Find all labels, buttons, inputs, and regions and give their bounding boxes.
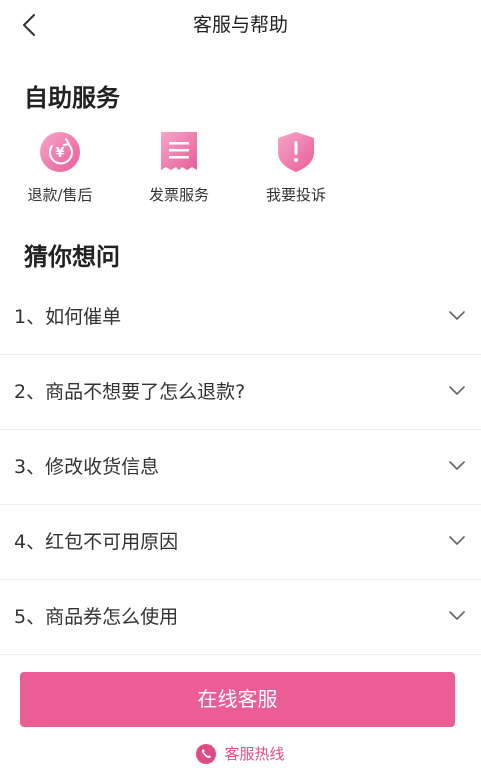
chevron-down-icon: [449, 461, 465, 470]
chevron-down-icon: [449, 311, 465, 320]
faq-item[interactable]: 4、红包不可用原因: [0, 505, 481, 580]
faq-question: 5、商品券怎么使用: [14, 606, 179, 628]
faq-item[interactable]: 3、修改收货信息: [0, 430, 481, 505]
invoice-service-button[interactable]: 发票服务: [124, 130, 234, 205]
faq-question: 2、商品不想要了怎么退款?: [14, 381, 246, 403]
complaint-button[interactable]: 我要投诉: [241, 130, 351, 205]
refund-icon: ¥: [40, 132, 80, 172]
hotline-label: 客服热线: [224, 745, 285, 763]
self-service-section: 自助服务 ¥ 退款/售后 发票服务 我要投诉: [0, 50, 481, 227]
faq-item[interactable]: 1、如何催单: [0, 280, 481, 355]
top-bar: 客服与帮助: [0, 0, 481, 50]
faq-title: 猜你想问: [24, 243, 120, 271]
complaint-shield-icon: [278, 132, 314, 172]
faq-question: 3、修改收货信息: [14, 456, 160, 478]
invoice-icon: [161, 132, 197, 170]
faq-header: 猜你想问: [0, 227, 481, 280]
chevron-down-icon: [449, 536, 465, 545]
faq-question: 1、如何催单: [14, 306, 122, 328]
bottom-bar: 在线客服 客服热线: [0, 655, 481, 768]
chevron-down-icon: [449, 386, 465, 395]
faq-item[interactable]: 2、商品不想要了怎么退款?: [0, 355, 481, 430]
invoice-service-label: 发票服务: [148, 186, 209, 204]
phone-icon: [196, 743, 217, 764]
faq-question: 4、红包不可用原因: [14, 531, 179, 553]
complaint-label: 我要投诉: [265, 186, 326, 204]
self-service-title: 自助服务: [24, 84, 120, 112]
chevron-down-icon: [449, 611, 465, 620]
page-title: 客服与帮助: [192, 14, 288, 36]
svg-text:¥: ¥: [55, 146, 64, 161]
hotline-button[interactable]: 客服热线: [0, 743, 481, 764]
faq-list: 1、如何催单 2、商品不想要了怎么退款? 3、修改收货信息 4、红包不可用原因 …: [0, 280, 481, 655]
faq-item[interactable]: 5、商品券怎么使用: [0, 580, 481, 655]
refund-aftersale-label: 退款/售后: [27, 186, 93, 204]
online-service-button[interactable]: 在线客服: [20, 672, 455, 727]
refund-aftersale-button[interactable]: ¥ 退款/售后: [5, 130, 115, 205]
